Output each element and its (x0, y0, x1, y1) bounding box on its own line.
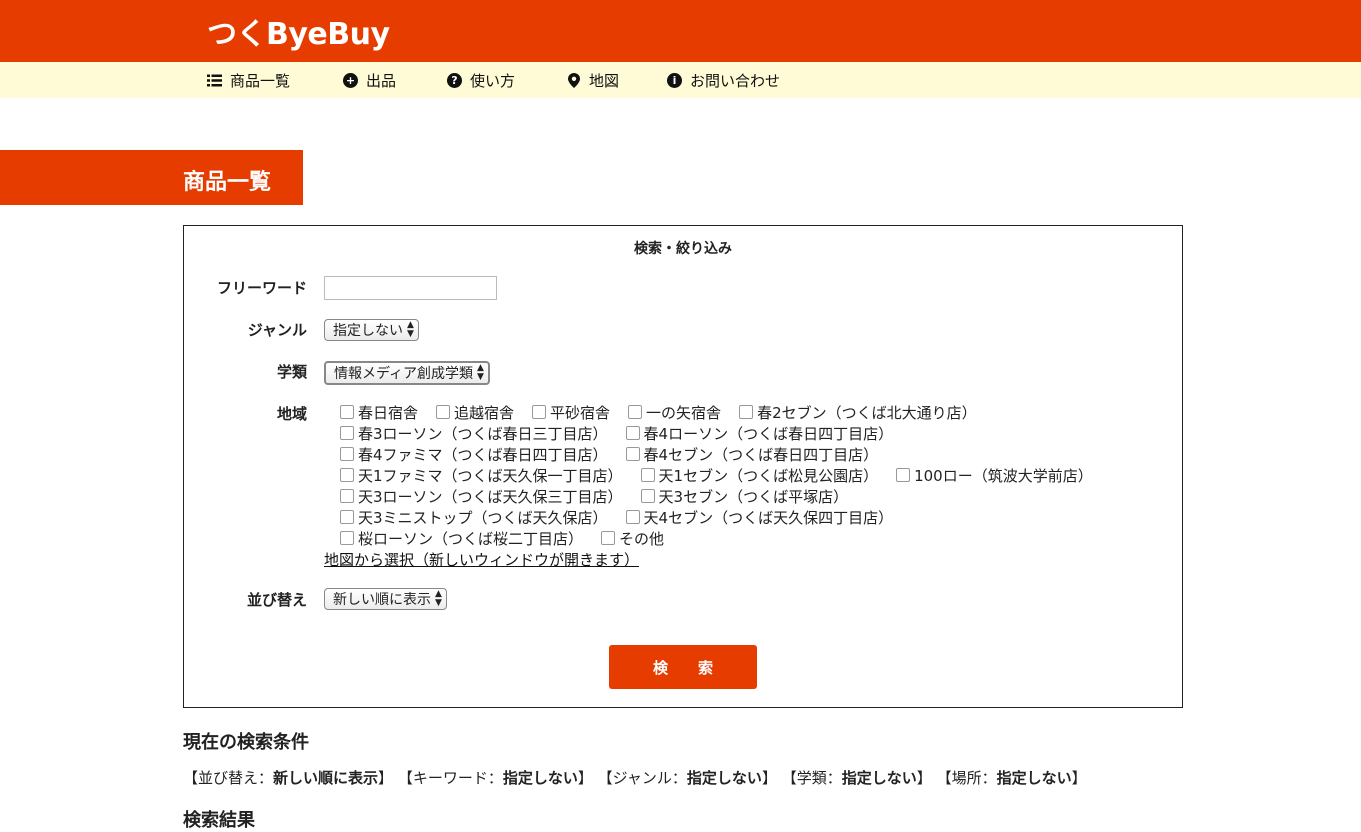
checkbox-icon (640, 468, 655, 482)
checkbox-icon (625, 426, 640, 440)
select-arrows-icon: ▲ ▼ (407, 320, 414, 339)
select-arrows-icon: ▲ ▼ (435, 589, 442, 608)
current-conditions-heading: 現在の検索条件 (183, 732, 309, 753)
map-select-link[interactable]: 地図から選択（新しいウィンドウが開きます） (324, 549, 639, 570)
area-row: 天3ミニストップ（つくば天久保店） 天4セブン（つくば天久保四丁目店） (340, 507, 911, 527)
area-checkbox[interactable]: 春3ローソン（つくば春日三丁目店） (340, 423, 608, 444)
checkbox-icon (340, 468, 354, 482)
condition-location: 【場所：指定しない】 (936, 769, 1087, 787)
department-select-value: 情報メディア創成学類 (334, 366, 474, 382)
area-checkbox[interactable]: 桜ローソン（つくば桜二丁目店） (340, 528, 583, 549)
area-checkbox[interactable]: 100ロー（筑波大学前店） (896, 465, 1093, 486)
nav-item-label: お問い合わせ (690, 71, 781, 90)
freeword-input[interactable] (324, 276, 497, 300)
site-logo[interactable]: つくByeBuy (207, 9, 390, 53)
area-row: 春日宿舎 追越宿舎 平砂宿舎 一の矢宿舎 春2セブン（つくば北大通り店） (340, 402, 995, 422)
condition-genre: 【ジャンル：指定しない】 (597, 769, 777, 787)
checkbox-icon (340, 447, 354, 461)
area-checkbox[interactable]: 天1セブン（つくば松見公園店） (640, 465, 878, 486)
genre-label: ジャンル (247, 321, 307, 339)
area-row: 春3ローソン（つくば春日三丁目店） 春4ローソン（つくば春日四丁目店） (340, 423, 911, 443)
search-panel-title: 検索・絞り込み (634, 241, 732, 257)
list-icon (207, 73, 222, 88)
department-label: 学類 (276, 363, 307, 381)
condition-keyword: 【キーワード：指定しない】 (397, 769, 593, 787)
genre-select[interactable]: 指定しない ▲ ▼ (324, 319, 419, 341)
nav-item-label: 地図 (589, 71, 620, 90)
area-checkbox[interactable]: 平砂宿舎 (532, 402, 610, 423)
checkbox-icon (625, 510, 640, 524)
header: つくByeBuy (0, 0, 1361, 62)
area-checkbox[interactable]: 春4ローソン（つくば春日四丁目店） (625, 423, 893, 444)
area-label: 地域 (276, 405, 307, 423)
nav-item-label: 使い方 (470, 71, 516, 90)
nav-bar: 商品一覧 + 出品 ? 使い方 地図 i お問い合わせ (0, 62, 1361, 98)
checkbox-icon (340, 489, 354, 503)
checkbox-icon (625, 447, 640, 461)
area-checkbox[interactable]: 天3ミニストップ（つくば天久保店） (340, 507, 608, 528)
search-panel: 検索・絞り込み フリーワード ジャンル 指定しない ▲ ▼ 学類 情報メディア創成… (183, 225, 1183, 708)
nav-item-label: 出品 (366, 71, 397, 90)
results-heading: 検索結果 (183, 810, 255, 831)
nav-item-howto[interactable]: ? 使い方 (447, 70, 515, 90)
area-checkbox[interactable]: 春日宿舎 (340, 402, 418, 423)
checkbox-icon (896, 468, 911, 482)
area-checkbox[interactable]: 天3セブン（つくば平塚店） (640, 486, 848, 507)
nav-item-label: 商品一覧 (230, 71, 291, 90)
checkbox-icon (436, 405, 451, 419)
checkbox-icon (340, 531, 354, 545)
nav-item-sell[interactable]: + 出品 (343, 70, 396, 90)
area-checkbox[interactable]: 一の矢宿舎 (628, 402, 721, 423)
select-arrows-icon: ▲ ▼ (477, 363, 484, 382)
page-title-bar: 商品一覧 (0, 150, 303, 205)
checkbox-icon (739, 405, 754, 419)
checkbox-icon (340, 405, 354, 419)
info-circle-icon: i (667, 72, 682, 88)
condition-sort: 【並び替え：新しい順に表示】 (183, 769, 394, 787)
checkbox-icon (340, 426, 354, 440)
page-title: 商品一覧 (183, 170, 272, 195)
sort-select[interactable]: 新しい順に表示 ▲ ▼ (324, 588, 447, 610)
nav-item-products[interactable]: 商品一覧 (207, 70, 290, 90)
checkbox-icon (628, 405, 643, 419)
current-conditions: 【並び替え：新しい順に表示】 【キーワード：指定しない】 【ジャンル：指定しない… (183, 767, 1087, 788)
area-checkbox[interactable]: 天3ローソン（つくば天久保三丁目店） (340, 486, 623, 507)
genre-select-value: 指定しない (333, 323, 403, 339)
checkbox-icon (601, 531, 616, 545)
nav-item-contact[interactable]: i お問い合わせ (667, 70, 780, 90)
plus-circle-icon: + (343, 72, 358, 88)
sort-label: 並び替え (246, 591, 307, 609)
area-checkbox[interactable]: その他 (601, 528, 664, 549)
area-row: 天1ファミマ（つくば天久保一丁目店） 天1セブン（つくば松見公園店） 100ロー… (340, 465, 1111, 485)
department-select[interactable]: 情報メディア創成学類 ▲ ▼ (324, 361, 490, 385)
sort-select-value: 新しい順に表示 (333, 592, 431, 608)
checkbox-icon (340, 510, 354, 524)
area-checkbox[interactable]: 春4ファミマ（つくば春日四丁目店） (340, 444, 608, 465)
area-checkbox[interactable]: 天1ファミマ（つくば天久保一丁目店） (340, 465, 623, 486)
question-circle-icon: ? (447, 72, 462, 88)
area-checkbox[interactable]: 追越宿舎 (436, 402, 514, 423)
area-checkbox[interactable]: 天4セブン（つくば天久保四丁目店） (625, 507, 893, 528)
area-row: 春4ファミマ（つくば春日四丁目店） 春4セブン（つくば春日四丁目店） (340, 444, 896, 464)
map-marker-icon (566, 72, 581, 88)
nav-item-map[interactable]: 地図 (566, 70, 619, 90)
search-button[interactable]: 検索 (609, 645, 757, 689)
area-checkbox[interactable]: 春2セブン（つくば北大通り店） (739, 402, 977, 423)
freeword-label: フリーワード (216, 279, 307, 297)
condition-department: 【学類：指定しない】 (781, 769, 932, 787)
area-row: 桜ローソン（つくば桜二丁目店） その他 (340, 528, 682, 548)
checkbox-icon (532, 405, 547, 419)
area-row: 天3ローソン（つくば天久保三丁目店） 天3セブン（つくば平塚店） (340, 486, 866, 506)
area-checkbox[interactable]: 春4セブン（つくば春日四丁目店） (625, 444, 878, 465)
checkbox-icon (640, 489, 655, 503)
